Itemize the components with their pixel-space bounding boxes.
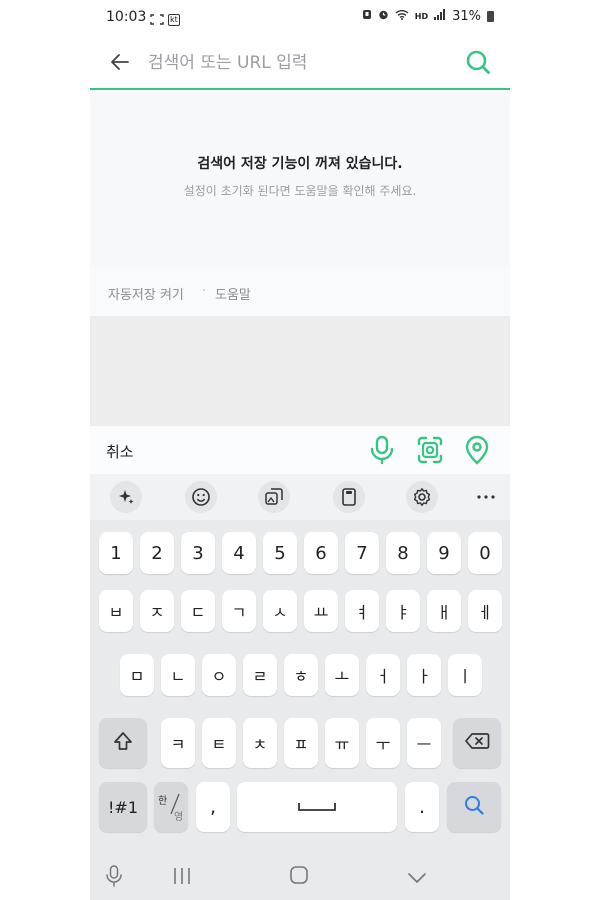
search-bar	[90, 36, 510, 90]
key-tieut[interactable]: ㅌ	[202, 718, 236, 768]
key-e[interactable]: ㅔ	[468, 590, 502, 632]
status-left-icons: kt	[150, 10, 180, 29]
signal-icon	[434, 9, 446, 24]
key-yu[interactable]: ㅠ	[325, 718, 359, 768]
key-pieup[interactable]: ㅍ	[284, 718, 318, 768]
space-icon	[297, 796, 337, 818]
phone-screen: 10:03 kt HD 31% 검색어 저장 기능이 꺼져 있습니다. 설	[90, 0, 510, 900]
language-switch-key[interactable]: 한 영	[154, 782, 188, 832]
key-a[interactable]: ㅏ	[407, 654, 441, 696]
status-right-icons: HD 31%	[362, 9, 494, 24]
key-nieun[interactable]: ㄴ	[161, 654, 195, 696]
battery-icon	[487, 11, 494, 22]
key-eu[interactable]: ㅡ	[407, 718, 441, 768]
home-icon[interactable]	[289, 865, 309, 889]
key-9[interactable]: 9	[427, 532, 461, 574]
key-chieut[interactable]: ㅊ	[243, 718, 277, 768]
nfc-icon	[362, 9, 372, 24]
navigation-bar	[90, 850, 510, 900]
network-badge: HD	[414, 11, 429, 21]
alarm-icon	[378, 9, 389, 24]
sparkle-icon[interactable]	[110, 481, 142, 513]
shift-icon	[112, 730, 134, 757]
key-7[interactable]: 7	[345, 532, 379, 574]
key-3[interactable]: 3	[181, 532, 215, 574]
emoji-icon[interactable]	[185, 481, 217, 513]
more-icon[interactable]	[470, 481, 502, 513]
key-i[interactable]: ㅣ	[448, 654, 482, 696]
search-action-row: 취소	[90, 426, 510, 474]
history-off-subtitle: 설정이 초기화 된다면 도움말을 확인해 주세요.	[183, 184, 417, 198]
key-u[interactable]: ㅜ	[366, 718, 400, 768]
key-4[interactable]: 4	[222, 532, 256, 574]
key-jieut[interactable]: ㅈ	[140, 590, 174, 632]
key-ya[interactable]: ㅑ	[386, 590, 420, 632]
key-2[interactable]: 2	[140, 532, 174, 574]
image-translate-icon[interactable]	[258, 481, 290, 513]
key-1[interactable]: 1	[99, 532, 133, 574]
symbols-key[interactable]: !#1	[99, 782, 147, 832]
wifi-icon	[395, 9, 409, 24]
screenshot-icon	[150, 10, 164, 29]
empty-area	[90, 316, 510, 426]
key-0[interactable]: 0	[468, 532, 502, 574]
recent-apps-icon[interactable]	[172, 867, 192, 889]
lang-bottom-label: 영	[174, 812, 184, 823]
comma-key[interactable]: ,	[196, 782, 230, 832]
space-key[interactable]	[237, 782, 397, 832]
status-time: 10:03	[106, 9, 147, 25]
history-off-title: 검색어 저장 기능이 꺼져 있습니다.	[197, 156, 403, 172]
key-mieum[interactable]: ㅁ	[120, 654, 154, 696]
autosave-on-link[interactable]: 자동저장 켜기	[108, 284, 184, 303]
lang-top-label: 한	[158, 796, 168, 807]
microphone-icon[interactable]	[368, 434, 396, 470]
carrier-badge: kt	[168, 13, 180, 26]
backspace-key[interactable]	[453, 718, 501, 768]
clipboard-icon[interactable]	[333, 481, 365, 513]
key-eo[interactable]: ㅓ	[366, 654, 400, 696]
key-hieut[interactable]: ㅎ	[284, 654, 318, 696]
gear-icon[interactable]	[406, 481, 438, 513]
microphone-icon[interactable]	[105, 865, 123, 891]
key-ieung[interactable]: ㅇ	[202, 654, 236, 696]
arrow-left-icon[interactable]	[108, 50, 132, 78]
key-yo[interactable]: ㅛ	[304, 590, 338, 632]
shift-key[interactable]	[99, 718, 147, 768]
keyboard: 1 2 3 4 5 6 7 8 9 0 ㅂ ㅈ ㄷ ㄱ ㅅ ㅛ ㅕ ㅑ ㅐ ㅔ …	[90, 520, 510, 850]
hide-keyboard-icon[interactable]	[407, 869, 427, 888]
key-rieul[interactable]: ㄹ	[243, 654, 277, 696]
key-digeut[interactable]: ㄷ	[181, 590, 215, 632]
map-pin-icon[interactable]	[463, 434, 491, 470]
keyboard-toolbar	[90, 474, 510, 520]
camera-lens-icon[interactable]	[415, 434, 445, 470]
key-o[interactable]: ㅗ	[325, 654, 359, 696]
search-icon[interactable]	[464, 48, 492, 80]
key-kieuk[interactable]: ㅋ	[161, 718, 195, 768]
search-input[interactable]	[146, 48, 450, 78]
status-bar: 10:03 kt HD 31%	[90, 0, 510, 36]
keyboard-search-key[interactable]	[447, 782, 501, 832]
key-6[interactable]: 6	[304, 532, 338, 574]
link-separator: ·	[202, 284, 207, 299]
key-ae[interactable]: ㅐ	[427, 590, 461, 632]
help-link[interactable]: 도움말	[215, 284, 251, 303]
backspace-icon	[464, 731, 490, 756]
key-yeo[interactable]: ㅕ	[345, 590, 379, 632]
key-bieup[interactable]: ㅂ	[99, 590, 133, 632]
period-key[interactable]: .	[405, 782, 439, 832]
key-siot[interactable]: ㅅ	[263, 590, 297, 632]
key-giyeok[interactable]: ㄱ	[222, 590, 256, 632]
search-history-panel: 검색어 저장 기능이 꺼져 있습니다. 설정이 초기화 된다면 도움말을 확인해…	[90, 90, 510, 268]
history-links: 자동저장 켜기 · 도움말	[90, 268, 510, 316]
cancel-button[interactable]: 취소	[106, 441, 134, 462]
key-5[interactable]: 5	[263, 532, 297, 574]
battery-percent: 31%	[452, 9, 481, 24]
key-8[interactable]: 8	[386, 532, 420, 574]
search-icon	[463, 794, 485, 821]
